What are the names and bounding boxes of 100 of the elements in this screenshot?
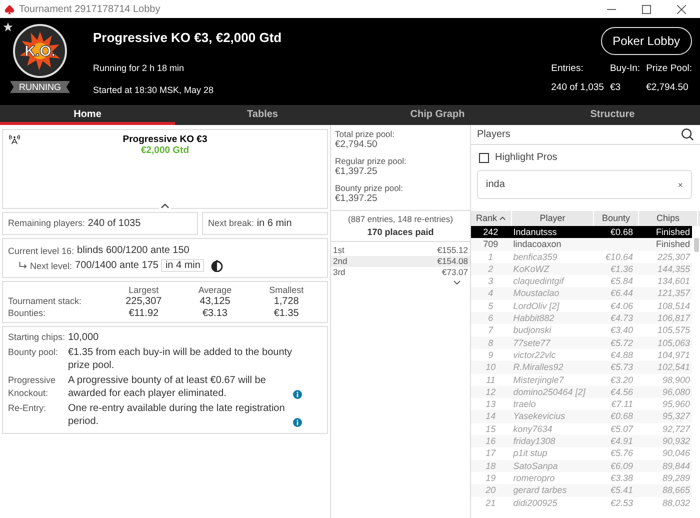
clear-button[interactable]: × bbox=[678, 180, 683, 190]
close-icon[interactable] bbox=[677, 4, 686, 14]
expand-icon[interactable] bbox=[452, 280, 462, 286]
player-cell-text: victor22vlc bbox=[512, 348, 557, 362]
bounty-cell-text: €4.06 bbox=[610, 300, 634, 312]
player-row[interactable]: 4 Moustaclao €6.44 121,357 bbox=[471, 287, 692, 300]
tab[interactable]: Tables bbox=[175, 105, 350, 125]
star-icon[interactable] bbox=[3, 22, 13, 32]
player-row[interactable]: 12 domino250464 [2] €4.56 96,080 bbox=[471, 386, 692, 398]
poker-lobby-button[interactable]: Poker Lobby bbox=[600, 27, 692, 55]
bounty-cell-text: €5.76 bbox=[610, 447, 634, 460]
rank-cell-text: 3 bbox=[487, 275, 494, 288]
info-icon[interactable] bbox=[293, 390, 302, 398]
player-row[interactable]: 19 romeropro €3.38 89,289 bbox=[471, 472, 692, 484]
player-row[interactable]: 3 claquedintgif €5.84 134,601 bbox=[471, 275, 692, 288]
stat-label: Entries: bbox=[551, 63, 584, 74]
prize-pool-value: €1,397.25 bbox=[335, 166, 378, 177]
tournament-name: Progressive KO €3 bbox=[122, 134, 208, 145]
chips-cell-text: 96,080 bbox=[661, 386, 691, 398]
player-row[interactable]: 5 LordOliv [2] €4.06 108,514 bbox=[471, 300, 692, 312]
timer-icon[interactable] bbox=[211, 260, 224, 272]
next-break-value: in 6 min bbox=[256, 218, 292, 229]
player-search-field[interactable]: inda × bbox=[477, 170, 692, 199]
info-icon[interactable] bbox=[293, 418, 302, 426]
player-row[interactable]: 2 KoKoWZ €1.36 144,355 bbox=[471, 262, 692, 276]
player-row[interactable]: 21 didi200925 €2.53 88,032 bbox=[471, 496, 692, 509]
place-cell: 1st bbox=[333, 245, 344, 256]
player-cell-text: kony7634 bbox=[512, 422, 554, 436]
maximize-icon[interactable] bbox=[642, 4, 651, 14]
sort-up-icon bbox=[499, 216, 506, 221]
rank-cell-text: 15 bbox=[484, 422, 497, 436]
player-row[interactable]: 13 traelo €7.11 95,960 bbox=[471, 398, 692, 410]
place-cell: 2nd bbox=[333, 256, 348, 267]
bounty-cell-text: €5.07 bbox=[610, 422, 634, 436]
tab[interactable]: Structure bbox=[525, 105, 700, 125]
running-time: Running for 2 h 18 min bbox=[93, 63, 186, 73]
player-cell-text: Indanutsss bbox=[512, 226, 558, 238]
player-cell-text: claquedintgif bbox=[512, 275, 566, 288]
chips-cell-text: 105,063 bbox=[656, 336, 691, 349]
player-row[interactable]: 6 Habbit882 €4.73 106,817 bbox=[471, 312, 692, 324]
chips-cell-text: 105,575 bbox=[656, 324, 691, 337]
rank-cell-text: 17 bbox=[484, 447, 497, 460]
chips-cell-text: 88,032 bbox=[661, 496, 691, 509]
player-row[interactable]: 16 friday1308 €4.91 90,932 bbox=[471, 435, 692, 448]
player-cell-text: 77sete77 bbox=[512, 336, 552, 349]
stat-value: €3 bbox=[610, 82, 622, 93]
rank-cell-text: 13 bbox=[484, 398, 497, 410]
player-row[interactable]: 8 77sete77 €5.72 105,063 bbox=[471, 336, 692, 349]
stat-value: €2,794.50 bbox=[646, 82, 690, 93]
player-row[interactable]: 242 Indanutsss €0.68 Finished bbox=[471, 226, 692, 238]
prize-pool-value: €1,397.25 bbox=[335, 193, 378, 204]
chips-cell-text: 89,844 bbox=[661, 460, 691, 472]
stat-value: 240 of 1,035 bbox=[551, 82, 604, 93]
table-cell-text: €1.35 bbox=[272, 308, 300, 319]
player-cell-text: SatoSanpa bbox=[512, 460, 559, 472]
rank-cell-text: 16 bbox=[484, 435, 497, 448]
chips-cell-text: 144,355 bbox=[656, 262, 691, 276]
info-label: Re-Entry: bbox=[8, 402, 48, 415]
checkbox[interactable] bbox=[479, 152, 489, 162]
chips-cell-text: Finished bbox=[654, 238, 691, 251]
tab[interactable]: Chip Graph bbox=[350, 105, 525, 125]
player-row[interactable]: 11 Misterjingle7 €3.20 98,900 bbox=[471, 374, 692, 386]
info-text: €1.35 from each buy-in will be added to the bounty prize pool. bbox=[68, 346, 294, 372]
player-row[interactable]: 14 Yasekevicius €0.68 95,327 bbox=[471, 410, 692, 423]
info-text: 10,000 bbox=[68, 331, 99, 344]
prize-pool-value: €2,794.50 bbox=[335, 139, 378, 150]
highlight-pros-label[interactable]: Highlight Pros bbox=[495, 152, 558, 163]
bounty-cell-text: €6.09 bbox=[610, 460, 634, 472]
player-row[interactable]: 7 budjonski €3.40 105,575 bbox=[471, 324, 692, 337]
rank-cell-text: 14 bbox=[484, 410, 497, 423]
bounty-cell-text: €5.84 bbox=[610, 275, 634, 288]
rank-cell-text: 12 bbox=[484, 386, 497, 398]
info-label: Progressive Knockout: bbox=[8, 374, 57, 400]
player-row[interactable]: 15 kony7634 €5.07 92,727 bbox=[471, 422, 692, 436]
player-row[interactable]: 1 benfica359 €10.64 225,307 bbox=[471, 250, 692, 263]
player-row[interactable]: 709 lindacoaxon Finished bbox=[471, 238, 692, 251]
chips-cell-text: 90,932 bbox=[661, 435, 691, 448]
payout-cell: €73.07 bbox=[442, 267, 468, 278]
bounty-cell-text: €3.40 bbox=[610, 324, 634, 337]
bounty-cell-text: €2.53 bbox=[610, 496, 634, 509]
player-row[interactable]: 20 gerard tarbes €5.41 88,665 bbox=[471, 484, 692, 497]
player-row[interactable]: 9 victor22vlc €4.88 104,971 bbox=[471, 348, 692, 362]
player-cell-text: romeropro bbox=[512, 472, 556, 484]
chips-cell-text: 90,046 bbox=[661, 447, 691, 460]
bounty-cell-text: €3.38 bbox=[610, 472, 634, 484]
row-label: Tournament stack: bbox=[8, 296, 83, 307]
column-header: Smallest bbox=[268, 285, 305, 295]
search-icon[interactable] bbox=[681, 128, 694, 141]
player-cell-text: p1it stup bbox=[512, 447, 548, 460]
stat-label: Buy-In: bbox=[610, 63, 640, 74]
prize-pool-label: Regular prize pool: bbox=[335, 156, 408, 166]
info-label: Bounty pool: bbox=[8, 346, 60, 359]
player-row[interactable]: 17 p1it stup €5.76 90,046 bbox=[471, 447, 692, 460]
tournament-title: Progressive KO €3, €2,000 Gtd bbox=[93, 30, 283, 45]
bounty-cell-text: €6.44 bbox=[610, 287, 634, 300]
scrollbar-thumb[interactable] bbox=[694, 238, 699, 252]
table-cell-text: €3.13 bbox=[201, 308, 228, 319]
player-row[interactable]: 10 R.Miralles92 €5.73 102,541 bbox=[471, 361, 692, 374]
player-row[interactable]: 18 SatoSanpa €6.09 89,844 bbox=[471, 460, 692, 472]
player-cell-text: budjonski bbox=[512, 324, 552, 337]
